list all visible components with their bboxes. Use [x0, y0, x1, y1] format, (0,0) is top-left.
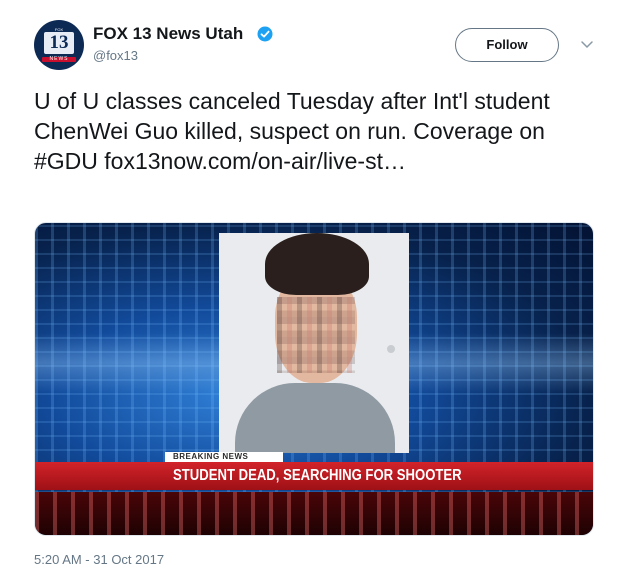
verified-icon	[257, 26, 273, 42]
tweet-text: U of U classes canceled Tuesday after In…	[34, 88, 550, 174]
victim-photo	[219, 233, 409, 453]
breaking-news-tag: BREAKING NEWS	[165, 452, 283, 462]
tweet-card: FOX 13 NEWS FOX 13 News Utah @fox13 Foll…	[0, 0, 630, 571]
pixelated-face	[277, 297, 355, 373]
chevron-down-icon[interactable]	[580, 40, 594, 50]
user-handle[interactable]: @fox13	[93, 48, 138, 64]
display-name[interactable]: FOX 13 News Utah	[93, 24, 243, 44]
avatar-channel-number: 13	[49, 32, 69, 53]
avatar-banner-text: NEWS	[49, 56, 69, 62]
avatar[interactable]: FOX 13 NEWS	[34, 20, 84, 70]
news-lower-third: BREAKING NEWS STUDENT DEAD, SEARCHING FO…	[35, 452, 593, 492]
news-headline: STUDENT DEAD, SEARCHING FOR SHOOTER	[173, 467, 462, 484]
tweet-timestamp[interactable]: 5:20 AM - 31 Oct 2017	[34, 552, 164, 568]
tweet-media-image[interactable]: BREAKING NEWS STUDENT DEAD, SEARCHING FO…	[34, 222, 594, 536]
follow-button[interactable]: Follow	[455, 28, 559, 62]
